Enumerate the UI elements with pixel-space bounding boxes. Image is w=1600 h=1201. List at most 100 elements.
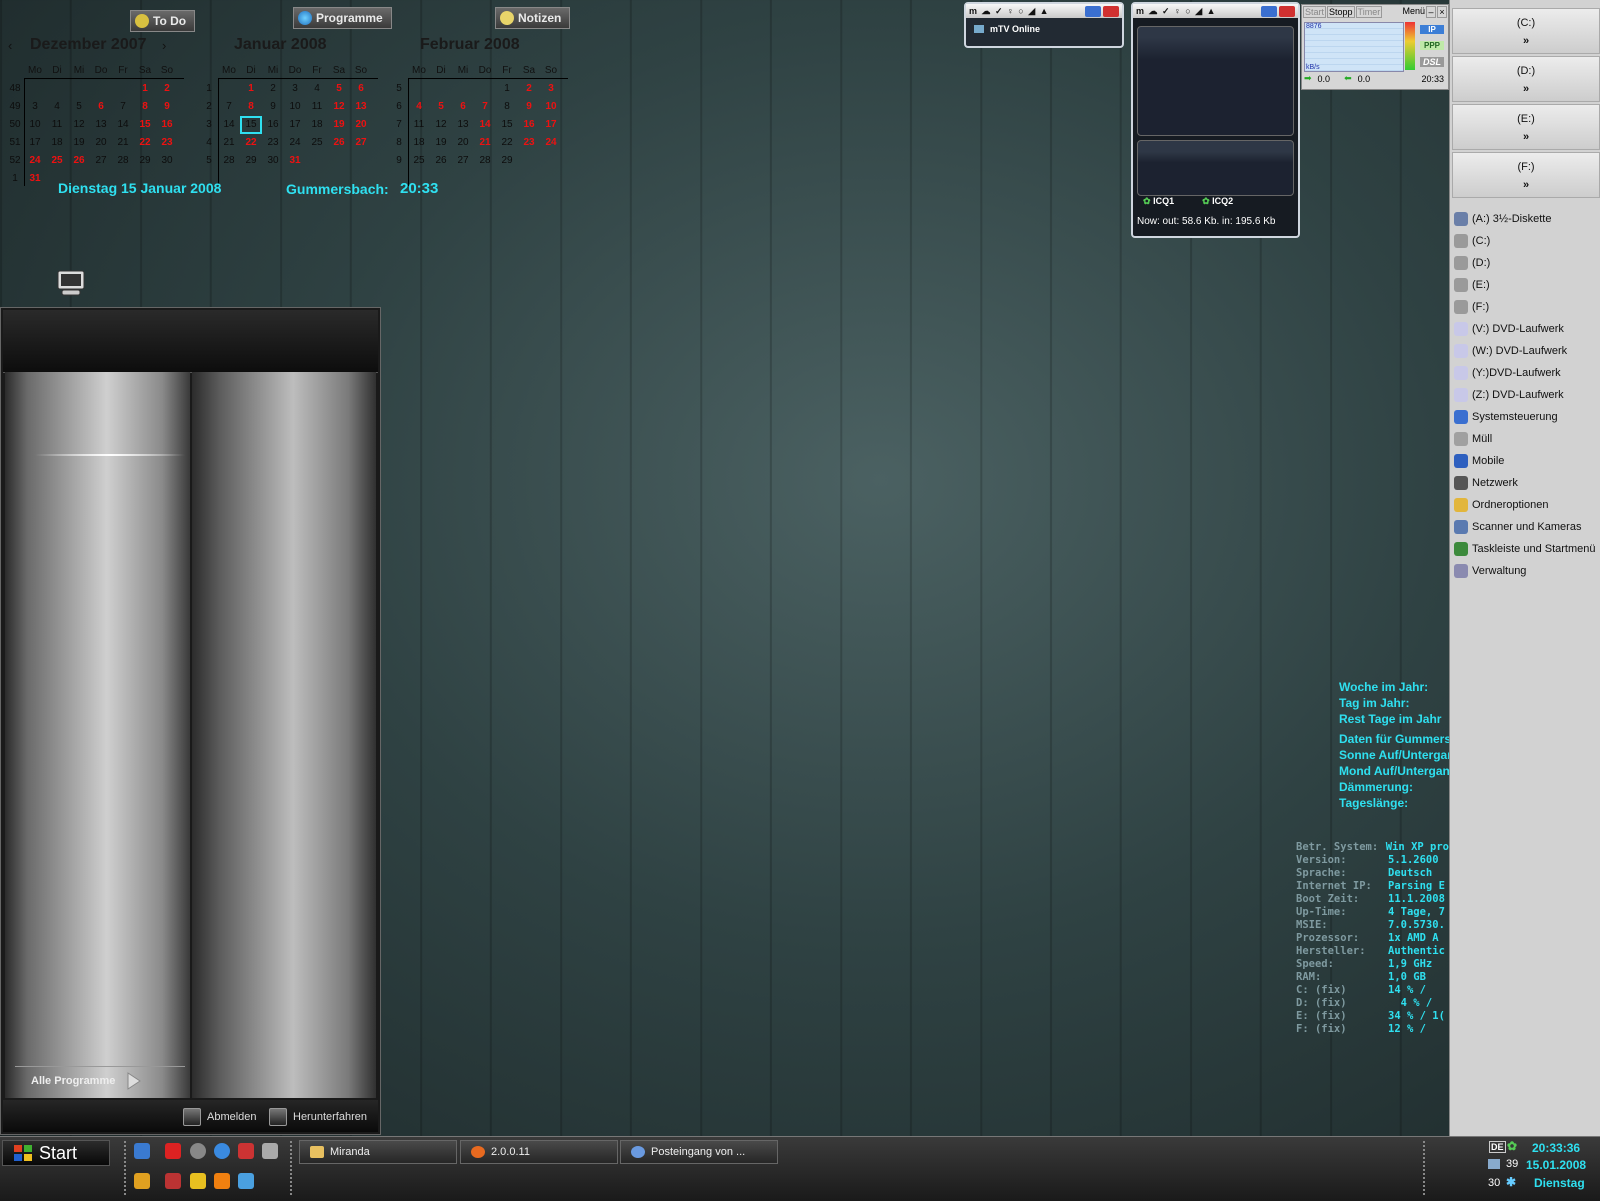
day-cell[interactable]: 20 xyxy=(90,134,112,152)
icq1-status[interactable]: ✿ ICQ1 xyxy=(1143,196,1174,207)
icq2-status[interactable]: ✿ ICQ2 xyxy=(1202,196,1233,207)
day-cell[interactable]: 9 xyxy=(156,98,178,116)
day-cell[interactable]: 9 xyxy=(262,98,284,116)
start-menu-programs-pane[interactable]: Alle Programme xyxy=(5,372,190,1098)
day-cell[interactable]: 13 xyxy=(90,116,112,134)
day-cell[interactable]: 2 xyxy=(518,80,540,98)
sidebar-item[interactable]: Scanner und Kameras xyxy=(1454,517,1581,537)
day-cell[interactable]: 17 xyxy=(284,116,306,134)
day-cell[interactable]: 8 xyxy=(240,98,262,116)
day-cell[interactable]: 21 xyxy=(474,134,496,152)
day-cell[interactable]: 31 xyxy=(284,152,306,170)
day-cell[interactable]: 2 xyxy=(156,80,178,98)
day-cell[interactable]: 15 xyxy=(496,116,518,134)
day-cell[interactable]: 25 xyxy=(408,152,430,170)
day-cell[interactable]: 6 xyxy=(350,80,372,98)
day-cell[interactable]: 28 xyxy=(474,152,496,170)
day-cell[interactable]: 30 xyxy=(262,152,284,170)
expand-arrow-icon[interactable]: » xyxy=(1453,35,1599,47)
day-cell[interactable]: 29 xyxy=(240,152,262,170)
dsl-timer-button[interactable]: Timer xyxy=(1355,6,1383,18)
icq-tray-icon[interactable]: ✿ xyxy=(1507,1139,1517,1153)
day-cell[interactable]: 27 xyxy=(90,152,112,170)
day-cell[interactable]: 27 xyxy=(452,152,474,170)
day-cell[interactable]: 14 xyxy=(474,116,496,134)
programme-button[interactable]: Programme xyxy=(293,7,392,29)
sidebar-item[interactable]: (Z:) DVD-Laufwerk xyxy=(1454,385,1564,405)
day-cell[interactable]: 30 xyxy=(156,152,178,170)
notizen-button[interactable]: Notizen xyxy=(495,7,571,29)
day-cell[interactable]: 25 xyxy=(46,152,68,170)
day-cell[interactable]: 23 xyxy=(262,134,284,152)
quicklaunch-app-icon[interactable] xyxy=(165,1143,181,1159)
quicklaunch-game-icon[interactable] xyxy=(165,1173,181,1189)
day-cell[interactable]: 11 xyxy=(408,116,430,134)
day-cell[interactable]: 10 xyxy=(284,98,306,116)
close-button[interactable] xyxy=(1279,5,1295,17)
day-cell[interactable]: 16 xyxy=(518,116,540,134)
day-cell[interactable]: 7 xyxy=(218,98,240,116)
all-programs-button[interactable]: Alle Programme xyxy=(31,1072,142,1090)
drive-box[interactable]: (E:) » xyxy=(1452,104,1600,150)
taskbar-button[interactable]: Posteingang von ... xyxy=(620,1140,778,1164)
monitor-icon[interactable] xyxy=(56,268,86,298)
day-cell[interactable]: 10 xyxy=(24,116,46,134)
day-cell[interactable]: 3 xyxy=(284,80,306,98)
day-cell[interactable]: 9 xyxy=(518,98,540,116)
sidebar-item[interactable]: Systemsteuerung xyxy=(1454,407,1558,427)
drive-box[interactable]: (D:) » xyxy=(1452,56,1600,102)
snowflake-icon[interactable]: ✱ xyxy=(1506,1175,1516,1189)
day-cell[interactable]: 17 xyxy=(540,116,562,134)
day-cell[interactable]: 21 xyxy=(112,134,134,152)
quicklaunch-shield-icon[interactable] xyxy=(190,1173,206,1189)
day-cell[interactable]: 4 xyxy=(306,80,328,98)
day-cell[interactable]: 6 xyxy=(452,98,474,116)
day-cell[interactable]: 15 xyxy=(134,116,156,134)
sidebar-item[interactable]: Mobile xyxy=(1454,451,1504,471)
day-cell[interactable]: 24 xyxy=(24,152,46,170)
day-cell[interactable]: 1 xyxy=(496,80,518,98)
day-cell[interactable]: 16 xyxy=(262,116,284,134)
quicklaunch-editor-icon[interactable] xyxy=(238,1143,254,1159)
day-cell[interactable]: 31 xyxy=(24,170,46,188)
day-cell[interactable]: 17 xyxy=(24,134,46,152)
sidebar-item[interactable]: Taskleiste und Startmenü xyxy=(1454,539,1596,559)
sidebar-item[interactable]: (W:) DVD-Laufwerk xyxy=(1454,341,1567,361)
day-cell[interactable]: 29 xyxy=(496,152,518,170)
sidebar-item[interactable]: (E:) xyxy=(1454,275,1490,295)
day-cell[interactable]: 23 xyxy=(518,134,540,152)
dsl-stopp-button[interactable]: Stopp xyxy=(1327,6,1355,18)
day-cell[interactable]: 12 xyxy=(328,98,350,116)
todo-button[interactable]: To Do xyxy=(130,10,196,32)
day-cell[interactable]: 28 xyxy=(112,152,134,170)
day-cell[interactable]: 18 xyxy=(306,116,328,134)
day-cell[interactable]: 16 xyxy=(156,116,178,134)
sidebar-item[interactable]: (V:) DVD-Laufwerk xyxy=(1454,319,1564,339)
day-cell[interactable]: 20 xyxy=(350,116,372,134)
start-menu-places-pane[interactable] xyxy=(192,372,376,1098)
day-cell[interactable]: 26 xyxy=(68,152,90,170)
monitor-tray-icon[interactable] xyxy=(1488,1159,1500,1169)
expand-arrow-icon[interactable]: » xyxy=(1453,179,1599,191)
sidebar-item[interactable]: (C:) xyxy=(1454,231,1490,251)
day-cell[interactable]: 19 xyxy=(430,134,452,152)
day-cell[interactable]: 8 xyxy=(496,98,518,116)
today-cell[interactable]: 15 xyxy=(240,116,262,134)
day-cell[interactable]: 22 xyxy=(496,134,518,152)
close-button[interactable] xyxy=(1103,5,1119,17)
day-cell[interactable]: 21 xyxy=(218,134,240,152)
sidebar-item[interactable]: (F:) xyxy=(1454,297,1489,317)
day-cell[interactable]: 27 xyxy=(350,134,372,152)
contact-panel-1[interactable] xyxy=(1137,26,1294,136)
quicklaunch-browser-icon[interactable] xyxy=(190,1143,206,1159)
quicklaunch-tool-icon[interactable] xyxy=(262,1143,278,1159)
contact-panel-2[interactable] xyxy=(1137,140,1294,196)
day-cell[interactable]: 18 xyxy=(408,134,430,152)
day-cell[interactable]: 11 xyxy=(46,116,68,134)
day-cell[interactable]: 22 xyxy=(134,134,156,152)
minimize-button[interactable] xyxy=(1261,5,1277,17)
expand-arrow-icon[interactable]: » xyxy=(1453,131,1599,143)
minimize-button[interactable] xyxy=(1085,5,1101,17)
tray-time[interactable]: 20:33:36 xyxy=(1532,1141,1580,1155)
next-month-button[interactable]: › xyxy=(162,38,166,53)
